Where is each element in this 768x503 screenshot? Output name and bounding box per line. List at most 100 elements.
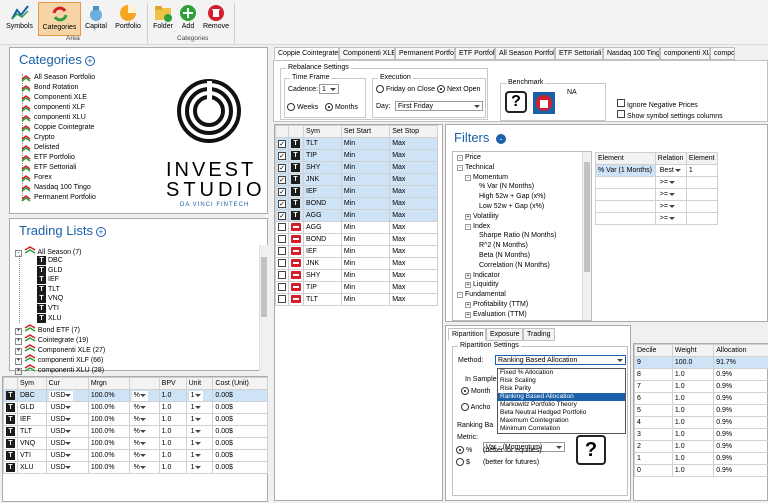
table-cell[interactable]: TLT [303, 293, 342, 306]
cell-select[interactable]: 1 [188, 450, 203, 461]
table-cell[interactable]: 1.0 [158, 461, 187, 474]
category-item[interactable]: Coppie Cointegrate [21, 124, 94, 132]
table-cell[interactable]: Max [389, 197, 438, 210]
table-row[interactable]: T VTI USD 100.0%% 1.0 1 0.00$ [3, 449, 268, 462]
collapse-icon[interactable]: - [457, 155, 463, 161]
table-cell[interactable]: 1.0 [158, 389, 187, 402]
checkbox-cell[interactable] [275, 281, 289, 294]
category-item[interactable]: Bond Rotation [21, 84, 78, 92]
cell-select[interactable]: USD [48, 426, 74, 437]
table-cell[interactable]: Max [389, 209, 438, 222]
row-checkbox[interactable] [278, 282, 286, 291]
remove-benchmark-icon[interactable] [533, 92, 555, 114]
table-cell[interactable]: 1.0 [671, 392, 715, 405]
table-cell[interactable] [685, 212, 719, 225]
day-select[interactable]: First Friday [395, 101, 483, 111]
checkbox-cell[interactable]: ✓ [275, 209, 289, 222]
table-cell[interactable]: 100.0 [671, 356, 715, 369]
filter-tree-item[interactable]: + Liquidity [465, 281, 499, 289]
trading-list-symbol[interactable]: T XLU [37, 313, 62, 323]
table-cell[interactable]: 1.0 [671, 464, 715, 477]
row-checkbox[interactable] [278, 294, 286, 303]
cell-select[interactable]: USD [48, 402, 74, 413]
cell-select[interactable]: 1 [188, 390, 203, 401]
filter-tree-item[interactable]: Beta (N Months) [479, 252, 530, 259]
cell-select[interactable]: % [131, 402, 148, 413]
table-row[interactable]: 6 1.0 0.9% [634, 392, 768, 405]
portfolio-tab[interactable]: ETF Settoriali [555, 47, 603, 60]
table-row[interactable]: T GLD USD 100.0%% 1.0 1 0.00$ [3, 401, 268, 414]
filter-tree-item[interactable]: % Var (N Months) [479, 183, 534, 190]
dollar-option[interactable]: $ [456, 458, 470, 466]
checkbox-cell[interactable] [275, 257, 289, 270]
table-cell[interactable]: 0.00$ [212, 437, 268, 450]
table-row[interactable]: T IEF USD 100.0%% 1.0 1 0.00$ [3, 413, 268, 426]
table-row[interactable]: T TLT USD 100.0%% 1.0 1 0.00$ [3, 425, 268, 438]
friday-close-radio[interactable] [376, 85, 384, 93]
table-cell[interactable]: Min [340, 149, 391, 162]
ranking-help-icon[interactable]: ? [576, 435, 606, 465]
column-header[interactable]: Cur [45, 377, 89, 390]
table-cell[interactable]: % [128, 389, 160, 402]
table-cell[interactable]: AGG [303, 209, 342, 222]
column-header[interactable]: Set Stop [389, 125, 438, 138]
table-cell[interactable]: Min [340, 197, 391, 210]
trading-list-symbol[interactable]: T IEF [37, 275, 59, 285]
trading-list-symbol[interactable]: T GLD [37, 265, 62, 275]
table-cell[interactable]: Min [340, 173, 391, 186]
table-cell[interactable]: JNK [303, 257, 342, 270]
method-option[interactable]: Risk Scaling [498, 377, 625, 385]
table-cell[interactable]: % [128, 425, 160, 438]
next-open-option[interactable]: Next Open [437, 85, 480, 93]
table-row[interactable]: 9 100.0 91.7% [634, 356, 768, 369]
method-select[interactable]: Ranking Based Allocation [495, 355, 626, 365]
row-checkbox[interactable] [278, 234, 286, 243]
row-checkbox[interactable]: ✓ [278, 187, 286, 196]
column-header[interactable]: Unit [185, 377, 214, 390]
category-item[interactable]: All Season Portfolio [21, 74, 95, 82]
symbols-button[interactable]: Symbols [3, 2, 36, 36]
table-row[interactable]: 7 1.0 0.9% [634, 380, 768, 393]
table-row[interactable]: ✓ T JNK Min Max [275, 173, 438, 186]
table-row[interactable]: ✓ T SHY Min Max [275, 161, 438, 174]
table-row[interactable]: >= [595, 200, 719, 213]
relation-select[interactable]: >= [657, 201, 677, 212]
table-cell[interactable]: SHY [303, 269, 342, 282]
table-cell[interactable]: USD [45, 401, 89, 414]
table-cell[interactable] [595, 200, 656, 213]
category-item[interactable]: componenti XLU [21, 114, 86, 122]
table-cell[interactable]: 1.0 [671, 452, 715, 465]
column-header[interactable]: Decile [634, 344, 673, 357]
column-header[interactable]: Element [595, 152, 656, 165]
table-cell[interactable]: Min [340, 269, 391, 282]
expand-icon[interactable]: + [465, 213, 471, 220]
column-header[interactable]: Weight [671, 344, 715, 357]
column-header[interactable] [128, 377, 160, 390]
table-cell[interactable]: JNK [303, 173, 342, 186]
table-cell[interactable]: % [128, 449, 160, 462]
table-cell[interactable]: USD [45, 437, 89, 450]
table-cell[interactable]: Min [340, 209, 391, 222]
portfolio-tab[interactable]: ETF Portfolio [455, 47, 495, 60]
table-cell[interactable]: Max [389, 281, 438, 294]
table-row[interactable]: ✓ T TIP Min Max [275, 149, 438, 162]
table-cell[interactable]: % Var (1 Months) [595, 164, 656, 177]
portfolio-tab[interactable]: All Season Portfolio [495, 47, 555, 60]
table-row[interactable]: SHY Min Max [275, 269, 438, 282]
row-checkbox[interactable]: ✓ [278, 151, 286, 160]
table-cell[interactable]: >= [654, 200, 687, 213]
anchor-option[interactable]: Ancho [461, 403, 490, 411]
category-item[interactable]: componenti XLF [21, 104, 85, 112]
table-cell[interactable]: 100.0% [87, 413, 130, 426]
table-row[interactable]: 3 1.0 0.9% [634, 428, 768, 441]
column-header[interactable]: Sym [17, 377, 47, 390]
table-cell[interactable]: 100.0% [87, 389, 130, 402]
method-option[interactable]: Beta Neutral Hedged Portfolio [498, 409, 625, 417]
table-cell[interactable]: 0.00$ [212, 461, 268, 474]
ignore-negative-checkbox[interactable] [617, 99, 625, 107]
checkbox-cell[interactable]: ✓ [275, 161, 289, 174]
method-option[interactable]: Fixed % Allocation [498, 369, 625, 377]
show-columns-checkbox[interactable] [617, 110, 625, 118]
row-checkbox[interactable]: ✓ [278, 175, 286, 184]
table-row[interactable]: 0 1.0 0.9% [634, 464, 768, 477]
